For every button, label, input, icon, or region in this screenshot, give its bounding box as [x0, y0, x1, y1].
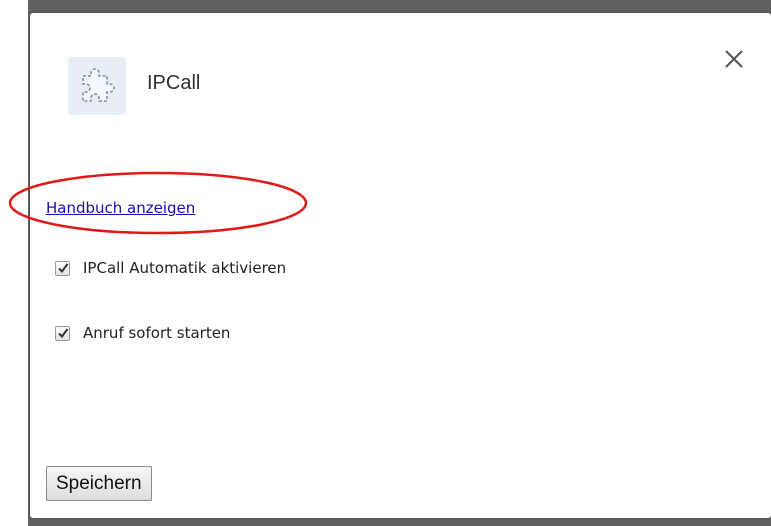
checkbox-label: IPCall Automatik aktivieren [83, 259, 287, 277]
automatik-checkbox[interactable] [55, 260, 70, 276]
checkmark-icon [58, 327, 69, 338]
save-button[interactable]: Speichern [46, 466, 152, 501]
checkbox-label: Anruf sofort starten [83, 324, 231, 342]
sofort-checkbox[interactable] [55, 325, 70, 341]
dialog-title: IPCall [147, 72, 201, 94]
checkmark-icon [58, 262, 69, 273]
puzzle-piece-icon [68, 57, 126, 115]
checkbox-option-automatik[interactable]: IPCall Automatik aktivieren [55, 258, 286, 278]
checkbox-option-sofort[interactable]: Anruf sofort starten [55, 323, 230, 343]
close-icon[interactable] [721, 46, 747, 72]
manual-link[interactable]: Handbuch anzeigen [46, 199, 195, 217]
